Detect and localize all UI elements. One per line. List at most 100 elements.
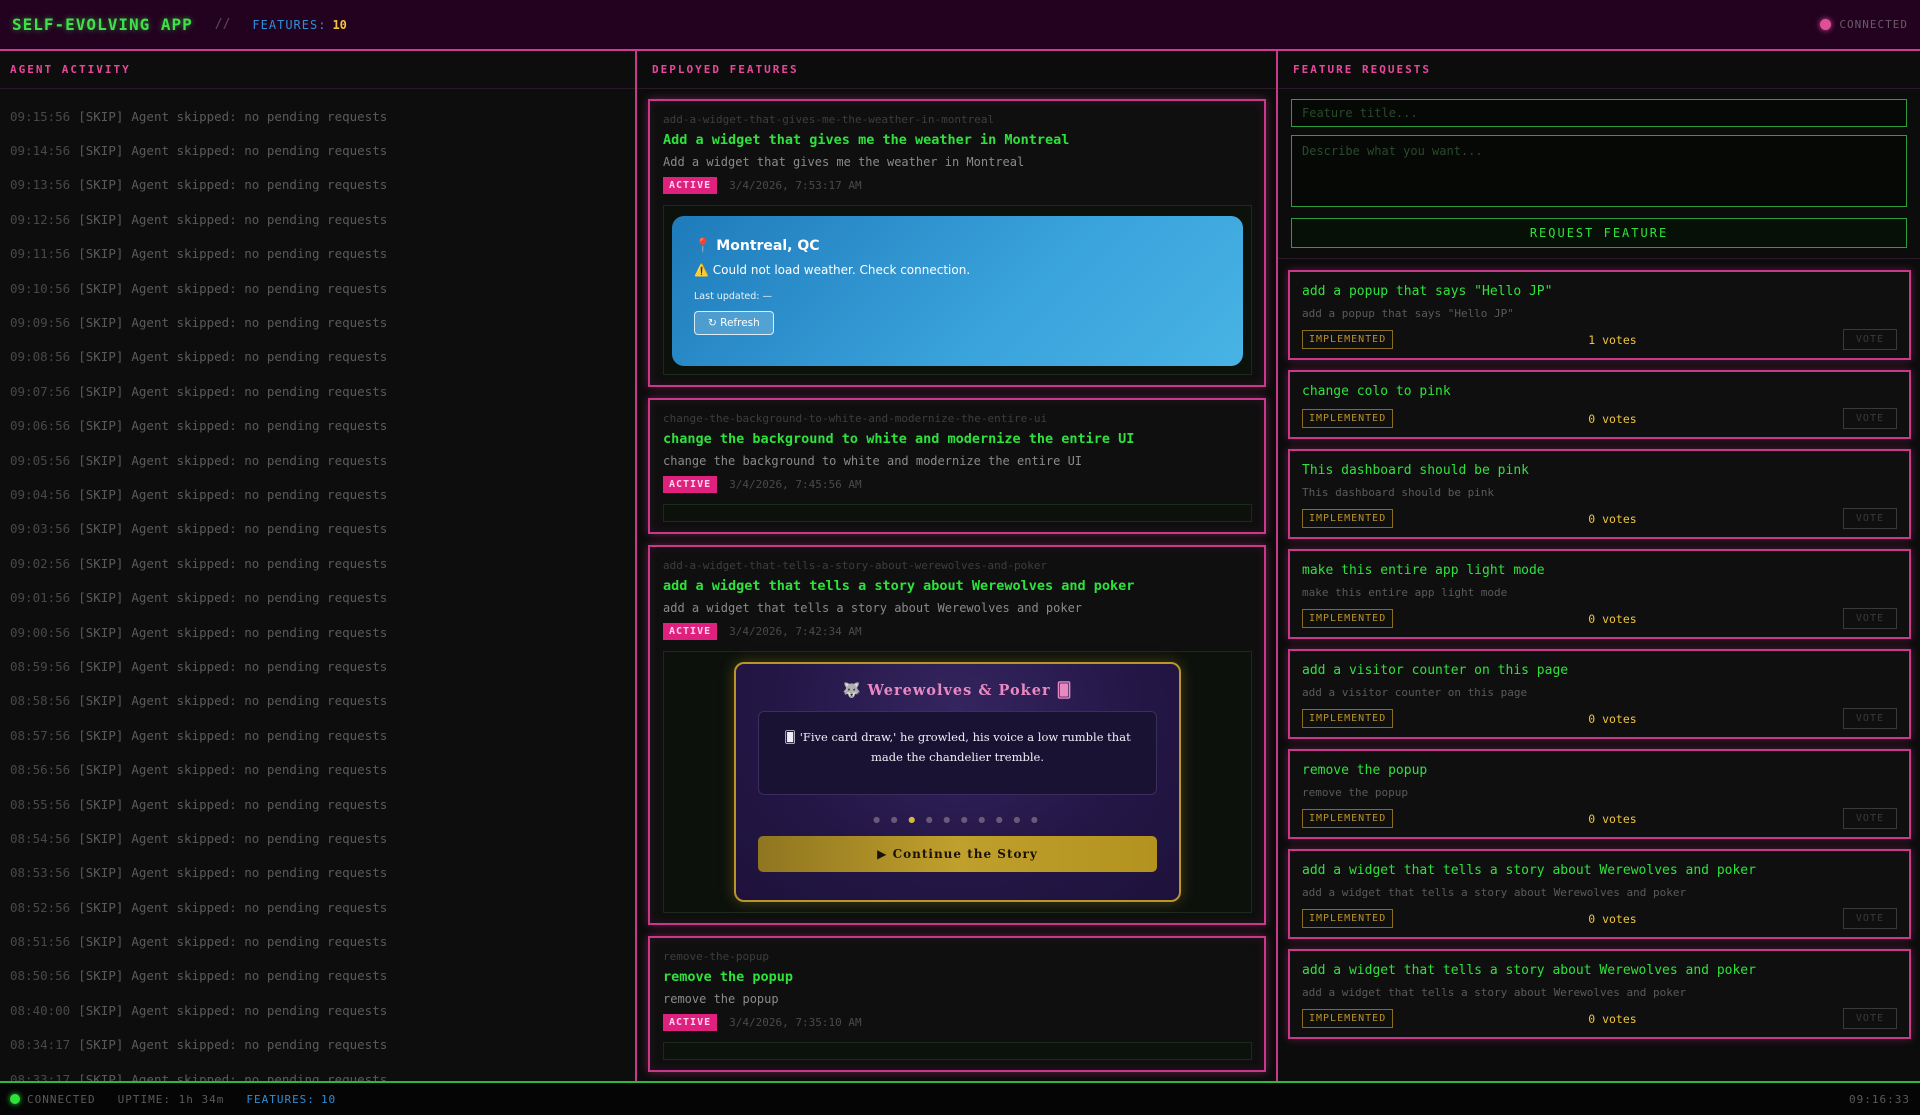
log-msg: Agent skipped: no pending requests: [131, 452, 388, 468]
log-msg: Agent skipped: no pending requests: [131, 1071, 388, 1081]
features-count: 10: [332, 17, 347, 32]
feature-card: remove-the-popup remove the popup remove…: [648, 936, 1266, 1072]
vote-button[interactable]: VOTE: [1842, 608, 1897, 629]
request-desc: This dashboard should be pink: [1302, 486, 1495, 499]
log-time: 08:59:56: [10, 658, 71, 674]
implemented-badge: IMPLEMENTED: [1302, 609, 1394, 628]
log-tag: [SKIP]: [78, 968, 124, 984]
log-msg: Agent skipped: no pending requests: [131, 1002, 388, 1018]
log-tag: [SKIP]: [78, 1002, 124, 1018]
vote-button[interactable]: VOTE: [1842, 1008, 1897, 1029]
status-badge: ACTIVE: [663, 1014, 718, 1031]
log-tag: [SKIP]: [78, 830, 124, 846]
feature-preview: [663, 504, 1252, 522]
log-tag: [SKIP]: [78, 143, 124, 159]
log-msg: Agent skipped: no pending requests: [131, 280, 388, 296]
vote-count: 0 votes: [1588, 1011, 1637, 1026]
feature-requests-panel[interactable]: FEATURE REQUESTS REQUEST FEATURE add a p…: [1278, 51, 1920, 1081]
activity-log[interactable]: 09:15:56 [SKIP] Agent skipped: no pending …: [0, 89, 635, 1081]
vote-button[interactable]: VOTE: [1842, 408, 1897, 429]
log-line: 09:00:56 [SKIP] Agent skipped: no pending …: [0, 615, 635, 649]
implemented-badge: IMPLEMENTED: [1302, 809, 1394, 828]
request-feature-button[interactable]: REQUEST FEATURE: [1291, 218, 1907, 248]
footer-features-count: 10: [320, 1092, 337, 1106]
request-desc: add a popup that says "Hello JP": [1302, 307, 1514, 320]
request-desc: make this entire app light mode: [1302, 586, 1508, 599]
request-title: add a popup that says "Hello JP": [1302, 284, 1553, 299]
continue-story-button[interactable]: ▶ Continue the Story: [758, 836, 1157, 872]
log-tag: [SKIP]: [78, 899, 124, 915]
log-tag: [SKIP]: [78, 555, 124, 571]
app-title: SELF-EVOLVING APP: [12, 15, 193, 34]
vote-button[interactable]: VOTE: [1842, 708, 1897, 729]
vote-count: 0 votes: [1588, 911, 1637, 926]
request-card: remove the popup remove the popup IMPLEMEN…: [1288, 749, 1911, 839]
feature-date: 3/4/2026, 7:35:10 AM: [729, 1016, 862, 1029]
deployed-features-heading: DEPLOYED FEATURES: [637, 51, 1276, 89]
request-card: add a widget that tells a story about We…: [1288, 849, 1911, 939]
feature-date: 3/4/2026, 7:45:56 AM: [729, 478, 862, 491]
feature-slug: remove-the-popup: [663, 950, 769, 963]
log-line: 08:57:56 [SKIP] Agent skipped: no pending …: [0, 718, 635, 752]
vote-button[interactable]: VOTE: [1842, 329, 1897, 350]
feature-slug: change-the-background-to-white-and-moder…: [663, 412, 1048, 425]
log-time: 09:09:56: [10, 315, 71, 331]
feature-date: 3/4/2026, 7:53:17 AM: [729, 179, 862, 192]
vote-button[interactable]: VOTE: [1842, 508, 1897, 529]
log-tag: [SKIP]: [78, 796, 124, 812]
vote-count: 0 votes: [1588, 511, 1637, 526]
log-line: 08:33:17 [SKIP] Agent skipped: no pending …: [0, 1062, 635, 1081]
log-tag: [SKIP]: [78, 658, 124, 674]
weather-refresh-button[interactable]: ↻ Refresh: [694, 311, 774, 335]
log-msg: Agent skipped: no pending requests: [131, 349, 388, 365]
log-line: 09:07:56 [SKIP] Agent skipped: no pending …: [0, 374, 635, 408]
request-title: This dashboard should be pink: [1302, 463, 1529, 478]
log-line: 08:58:56 [SKIP] Agent skipped: no pending …: [0, 684, 635, 718]
log-tag: [SKIP]: [78, 521, 124, 537]
log-msg: Agent skipped: no pending requests: [131, 968, 388, 984]
log-time: 09:08:56: [10, 349, 71, 365]
clock: 09:16:33: [1849, 1092, 1910, 1106]
feature-requests-heading: FEATURE REQUESTS: [1278, 51, 1920, 89]
log-line: 08:51:56 [SKIP] Agent skipped: no pending …: [0, 924, 635, 958]
log-line: 09:06:56 [SKIP] Agent skipped: no pending …: [0, 409, 635, 443]
log-msg: Agent skipped: no pending requests: [131, 1037, 388, 1053]
log-tag: [SKIP]: [78, 315, 124, 331]
connected-dot-icon: [10, 1094, 20, 1104]
vote-count: 0 votes: [1588, 711, 1637, 726]
log-msg: Agent skipped: no pending requests: [131, 211, 388, 227]
story-dots-before: ● ●: [873, 815, 909, 824]
log-time: 09:06:56: [10, 418, 71, 434]
vote-button[interactable]: VOTE: [1842, 808, 1897, 829]
feature-date: 3/4/2026, 7:42:34 AM: [729, 625, 862, 638]
log-time: 08:34:17: [10, 1037, 71, 1053]
feature-desc: add a widget that tells a story about We…: [663, 601, 1083, 615]
implemented-badge: IMPLEMENTED: [1302, 330, 1394, 349]
log-line: 08:40:00 [SKIP] Agent skipped: no pending …: [0, 993, 635, 1027]
log-line: 08:59:56 [SKIP] Agent skipped: no pending …: [0, 649, 635, 683]
feature-desc: change the background to white and moder…: [663, 454, 1083, 468]
log-time: 08:58:56: [10, 693, 71, 709]
agent-activity-heading: AGENT ACTIVITY: [0, 51, 635, 89]
log-tag: [SKIP]: [78, 246, 124, 262]
feature-desc: Add a widget that gives me the weather i…: [663, 155, 1025, 169]
feature-title-input[interactable]: [1291, 99, 1907, 127]
vote-button[interactable]: VOTE: [1842, 908, 1897, 929]
story-dot-active: ●: [908, 815, 920, 824]
log-line: 09:09:56 [SKIP] Agent skipped: no pending …: [0, 305, 635, 339]
log-line: 09:03:56 [SKIP] Agent skipped: no pending …: [0, 512, 635, 546]
log-time: 09:13:56: [10, 177, 71, 193]
log-time: 08:50:56: [10, 968, 71, 984]
log-line: 09:10:56 [SKIP] Agent skipped: no pending …: [0, 271, 635, 305]
feature-description-input[interactable]: [1291, 135, 1907, 207]
agent-activity-panel[interactable]: AGENT ACTIVITY 09:15:56 [SKIP] Agent skipp…: [0, 51, 637, 1081]
log-tag: [SKIP]: [78, 624, 124, 640]
log-line: 08:54:56 [SKIP] Agent skipped: no pending …: [0, 821, 635, 855]
implemented-badge: IMPLEMENTED: [1302, 709, 1394, 728]
log-line: 08:56:56 [SKIP] Agent skipped: no pending …: [0, 752, 635, 786]
feature-preview: 📍 Montreal, QC ⚠️ Could not load weather…: [663, 205, 1252, 375]
log-time: 08:51:56: [10, 934, 71, 950]
deployed-features-panel[interactable]: DEPLOYED FEATURES add-a-widget-that-give…: [637, 51, 1278, 1081]
request-card: add a visitor counter on this page add a …: [1288, 649, 1911, 739]
request-desc: remove the popup: [1302, 786, 1408, 799]
